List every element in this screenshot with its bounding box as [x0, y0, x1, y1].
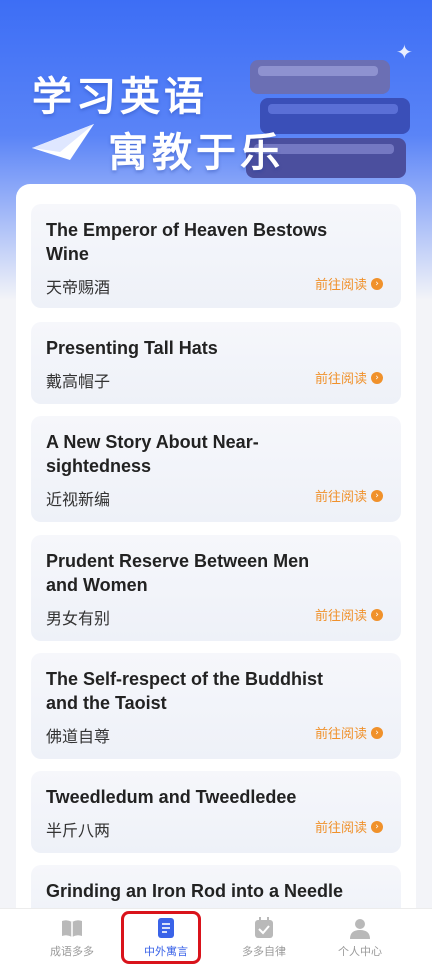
- story-title: Grinding an Iron Rod into a Needle: [46, 881, 344, 901]
- chevron-right-icon: ›: [371, 371, 383, 384]
- story-chinese-title: 近视新编: [46, 490, 111, 509]
- read-link-label: 前往阅读: [314, 727, 367, 742]
- hero-subtitle: 寓教于乐: [108, 130, 284, 176]
- active-tab-highlight: [121, 911, 201, 964]
- tab-self-discipline[interactable]: 多多自律: [210, 915, 318, 963]
- read-link[interactable]: 前往阅读 ›: [315, 368, 383, 387]
- read-link[interactable]: 前往阅读 ›: [315, 274, 383, 293]
- story-card[interactable]: A New Story About Near-sightedness 近视新编 …: [31, 416, 401, 522]
- read-link[interactable]: 前往阅读 ›: [315, 486, 383, 505]
- bottom-tab-bar: 成语多多 中外寓言 多多自律 个人中心: [0, 908, 432, 964]
- story-chinese-title: 佛道自尊: [46, 727, 111, 746]
- story-title: The Self-respect of the Buddhist and the…: [46, 669, 324, 713]
- book-open-icon: [62, 920, 82, 937]
- chevron-right-icon: ›: [371, 489, 383, 502]
- story-card[interactable]: The Emperor of Heaven Bestows Wine 天帝赐酒 …: [31, 204, 401, 308]
- story-chinese-title: 天帝赐酒: [46, 278, 111, 297]
- story-title: Prudent Reserve Between Men and Women: [46, 551, 310, 595]
- story-card[interactable]: Prudent Reserve Between Men and Women 男女…: [31, 535, 401, 641]
- read-link[interactable]: 前往阅读 ›: [315, 605, 383, 624]
- tab-profile[interactable]: 个人中心: [306, 915, 414, 963]
- calendar-check-icon: [255, 917, 273, 938]
- chevron-right-icon: ›: [371, 277, 383, 290]
- person-icon: [350, 919, 370, 939]
- story-chinese-title: 戴高帽子: [46, 372, 111, 391]
- read-link-label: 前往阅读: [314, 372, 367, 387]
- chevron-right-icon: ›: [371, 726, 383, 739]
- hero-title: 学习英语: [32, 74, 208, 120]
- story-card[interactable]: Presenting Tall Hats 戴高帽子 前往阅读 ›: [31, 322, 401, 404]
- story-chinese-title: 男女有别: [46, 609, 111, 628]
- story-card[interactable]: Tweedledum and Tweedledee 半斤八两 前往阅读 ›: [31, 771, 401, 853]
- read-link-label: 前往阅读: [314, 278, 367, 293]
- chevron-right-icon: ›: [371, 608, 383, 621]
- story-chinese-title: 半斤八两: [46, 821, 111, 840]
- tab-label: 成语多多: [50, 945, 94, 958]
- tab-label: 个人中心: [338, 945, 382, 958]
- tab-idioms[interactable]: 成语多多: [18, 915, 126, 963]
- read-link[interactable]: 前往阅读 ›: [315, 817, 383, 836]
- story-title: A New Story About Near-sightedness: [46, 432, 259, 476]
- story-title: Presenting Tall Hats: [46, 338, 218, 358]
- read-link[interactable]: 前往阅读 ›: [315, 723, 383, 742]
- chevron-right-icon: ›: [371, 820, 383, 833]
- read-link-label: 前往阅读: [314, 609, 367, 624]
- story-title: Tweedledum and Tweedledee: [46, 787, 297, 807]
- story-card[interactable]: The Self-respect of the Buddhist and the…: [31, 653, 401, 759]
- read-link-label: 前往阅读: [314, 490, 367, 505]
- paper-plane-icon: [32, 124, 94, 160]
- story-title: The Emperor of Heaven Bestows Wine: [46, 220, 328, 264]
- read-link-label: 前往阅读: [314, 821, 367, 836]
- tab-label: 多多自律: [242, 945, 286, 958]
